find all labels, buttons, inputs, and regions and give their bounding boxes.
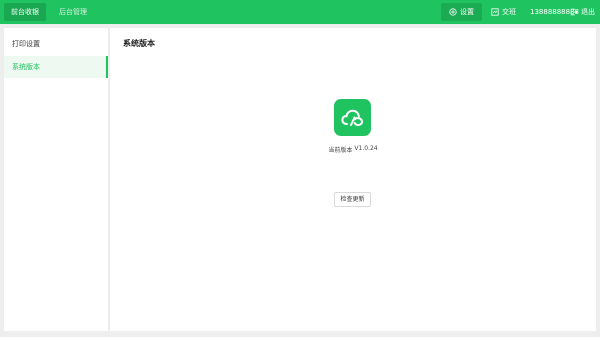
tab-back-office[interactable]: 后台管理 [52, 3, 94, 21]
sidebar-item-system-version[interactable]: 系统版本 [4, 56, 108, 78]
settings-sidebar: 打印设置 系统版本 [4, 28, 108, 331]
main-panel: 系统版本 当前版本 V1.0.24 检查更新 [110, 28, 596, 331]
top-navigation-bar: 前台收银 后台管理 设置 交班 13888888888 退出 [0, 0, 600, 24]
settings-label: 设置 [460, 8, 474, 16]
handover-label: 交班 [502, 8, 516, 16]
settings-circle-icon [449, 8, 457, 16]
logout-button[interactable]: 退出 [570, 3, 595, 21]
logout-icon [570, 8, 578, 16]
tab-front-cashier[interactable]: 前台收银 [4, 3, 46, 21]
current-version: 当前版本 V1.0.24 [110, 145, 596, 154]
version-label: 当前版本 [328, 147, 353, 154]
sidebar-item-print-settings[interactable]: 打印设置 [4, 33, 108, 55]
cloud-app-logo-icon [334, 99, 371, 136]
handover-button[interactable]: 交班 [491, 3, 516, 21]
check-update-button[interactable]: 检查更新 [334, 192, 371, 207]
settings-button[interactable]: 设置 [441, 3, 482, 21]
page-title: 系统版本 [123, 39, 155, 48]
version-value: V1.0.24 [354, 145, 378, 152]
handover-icon [491, 8, 499, 16]
logout-label: 退出 [581, 8, 595, 16]
